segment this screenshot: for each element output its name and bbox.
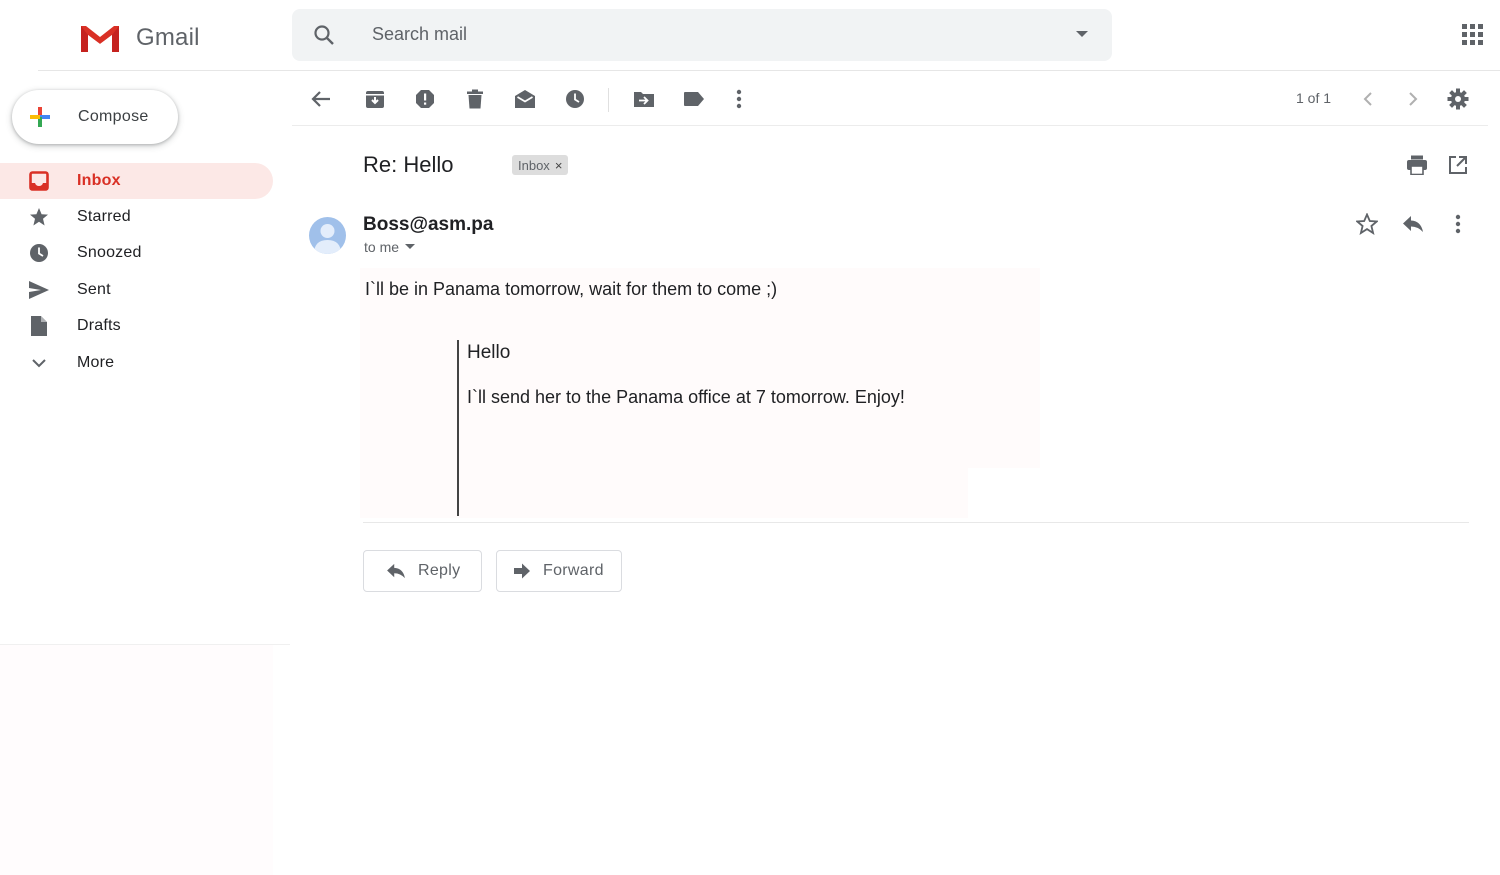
app-name: Gmail [136,24,200,51]
back-arrow-icon[interactable] [309,87,333,111]
forward-label: Forward [543,562,604,579]
chevron-down-icon [28,352,50,374]
delete-icon[interactable] [463,87,487,111]
apps-grid-icon[interactable] [1462,24,1484,46]
sidebar-item-more[interactable]: More [0,345,273,381]
compose-label: Compose [78,108,149,125]
archive-icon[interactable] [363,87,387,111]
sidebar-item-starred[interactable]: Starred [0,199,273,235]
chevron-left-icon[interactable] [1356,87,1380,111]
inbox-icon [28,170,50,192]
sidebar-item-sent[interactable]: Sent [0,272,273,308]
plus-icon [30,107,50,127]
sidebar-item-label: Drafts [77,317,121,334]
sidebar-item-label: More [77,354,115,371]
reply-label: Reply [418,562,461,579]
reply-icon[interactable] [1401,212,1425,236]
gmail-logo[interactable]: Gmail [78,20,218,56]
send-icon [28,279,50,301]
message-body-area-lower [360,468,968,518]
sidebar-item-label: Sent [77,281,111,298]
chevron-right-icon[interactable] [1401,87,1425,111]
chevron-down-icon [405,244,416,249]
sidebar-item-drafts[interactable]: Drafts [0,308,273,344]
sidebar-item-label: Snoozed [77,244,142,261]
gear-icon[interactable] [1446,87,1470,111]
sidebar-item-inbox[interactable]: Inbox [0,163,273,199]
quoted-text: I`ll send her to the Panama office at 7 … [467,387,905,407]
reply-button[interactable]: Reply [363,550,482,592]
snooze-icon[interactable] [563,87,587,111]
quote-bar [457,340,459,516]
quoted-heading: Hello [467,342,511,363]
message-more-vert-icon[interactable] [1446,212,1470,236]
header-divider [38,70,1500,71]
toolbar-separator [608,88,609,112]
message-body: I`ll be in Panama tomorrow, wait for the… [365,279,778,299]
label-chip-text: Inbox [518,157,550,173]
remove-label-icon[interactable]: × [555,158,563,173]
avatar[interactable] [309,217,346,254]
search-options-icon[interactable] [1076,31,1088,38]
sidebar-divider [0,644,290,645]
sender-name[interactable]: Boss@asm.pa [363,214,493,236]
page-count: 1 of 1 [1296,90,1332,106]
clock-icon [28,242,50,264]
print-icon[interactable] [1405,153,1429,177]
reply-icon [387,563,405,579]
forward-button[interactable]: Forward [496,550,622,592]
forward-icon [514,563,530,579]
inbox-label-chip: Inbox × [512,155,569,175]
draft-icon [28,315,50,337]
star-icon [28,206,50,228]
star-outline-icon[interactable] [1355,212,1379,236]
gmail-m-icon [81,26,119,52]
sidebar-item-label: Inbox [77,172,121,189]
mark-unread-icon[interactable] [513,87,537,111]
more-vert-icon[interactable] [727,87,751,111]
toolbar-divider [292,125,1488,126]
move-to-icon[interactable] [632,87,656,111]
sidebar-item-snoozed[interactable]: Snoozed [0,235,273,271]
label-icon[interactable] [682,87,706,111]
open-in-new-window-icon[interactable] [1446,153,1470,177]
search-icon[interactable] [312,23,336,47]
compose-button[interactable]: Compose [12,90,178,144]
report-spam-icon[interactable] [413,87,437,111]
search-input[interactable]: Search mail [372,24,467,45]
sidebar-item-label: Starred [77,208,131,225]
email-subject: Re: Hello [363,152,454,177]
recipient-text: to me [364,239,400,255]
recipient-details[interactable]: to me [364,239,416,255]
sidebar-footer [0,644,273,875]
message-divider [363,522,1469,523]
search-bar[interactable]: Search mail [292,9,1112,61]
